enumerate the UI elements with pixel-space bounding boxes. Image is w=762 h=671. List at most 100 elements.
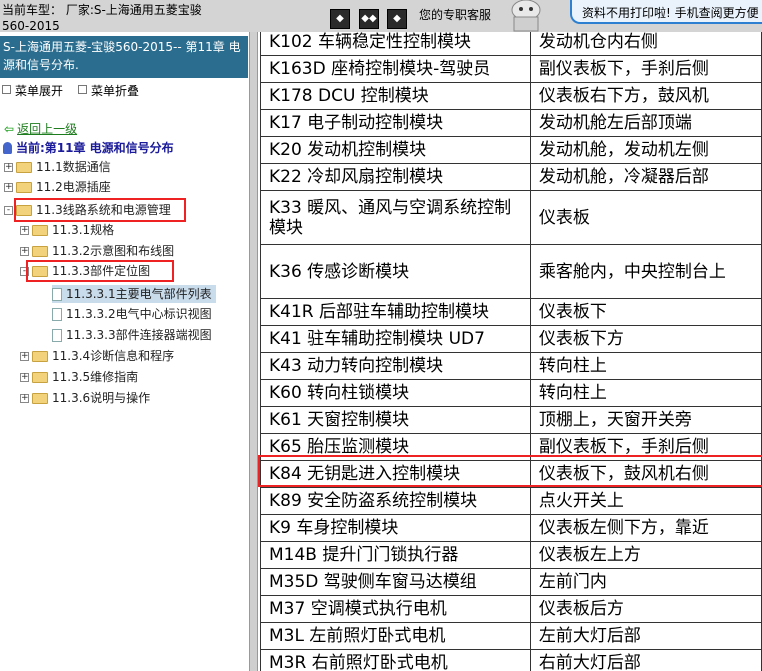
component-cell: M3L 左前照灯卧式电机 <box>260 622 531 650</box>
component-cell: K178 DCU 控制模块 <box>260 82 531 110</box>
expand-toggle-icon[interactable]: + <box>4 183 13 192</box>
prev-next-icon[interactable]: ◆◆ <box>359 9 379 29</box>
location-cell: 仪表板下 <box>529 298 762 326</box>
menu-collapse-button[interactable]: 菜单折叠 <box>78 82 139 99</box>
expand-icon <box>2 85 11 94</box>
promo-text: 资料不用打印啦! 手机查阅更方便 <box>582 6 759 20</box>
table-row: K33 暖风、通风与空调系统控制模块 仪表板 <box>260 190 762 245</box>
component-cell: K9 车身控制模块 <box>260 514 531 542</box>
folder-icon <box>32 372 48 383</box>
table-row: K163D 座椅控制模块-驾驶员 副仪表板下，手刹后侧 <box>260 55 762 83</box>
tree-node-11-2[interactable]: +11.2电源插座 <box>4 178 111 196</box>
tree-node-label: 11.3.3.1主要电气部件列表 <box>66 287 212 301</box>
location-cell: 仪表板下方 <box>529 325 762 353</box>
location-cell: 右前大灯后部 <box>529 649 762 671</box>
location-cell: 转向柱上 <box>529 352 762 380</box>
first-page-icon[interactable]: ◆ <box>330 9 350 29</box>
highlight-box <box>14 198 186 222</box>
component-cell: K163D 座椅控制模块-驾驶员 <box>260 55 531 83</box>
location-cell: 副仪表板下，手刹后侧 <box>529 433 762 461</box>
tree-node-label: 11.3.6说明与操作 <box>52 391 151 405</box>
table-row: K61 天窗控制模块 顶棚上，天窗开关旁 <box>260 406 762 434</box>
location-cell: 仪表板后方 <box>529 595 762 623</box>
tree-node-label: 11.1数据通信 <box>36 160 111 174</box>
chapter-title: S-上海通用五菱-宝骏560-2015-- 第11章 电源和信号分布. <box>3 40 241 72</box>
tree-node-label: 11.3.4诊断信息和程序 <box>52 349 175 363</box>
content-panel: K102 车辆稳定性控制模块 发动机仓内右侧 K163D 座椅控制模块-驾驶员 副仪… <box>258 32 762 671</box>
component-cell: M35D 驾驶侧车窗马达模组 <box>260 568 531 596</box>
tree-node-11-3-2[interactable]: +11.3.2示意图和布线图 <box>20 242 174 260</box>
expand-toggle-icon[interactable]: + <box>4 163 13 172</box>
tree-node-11-3-1[interactable]: +11.3.1规格 <box>20 221 114 239</box>
document-icon <box>52 308 62 321</box>
location-pin-icon <box>3 142 12 154</box>
chapter-title-box: S-上海通用五菱-宝骏560-2015-- 第11章 电源和信号分布. <box>0 36 248 78</box>
back-link-label: 返回上一级 <box>17 122 78 136</box>
table-row: K36 传感诊断模块 乘客舱内，中央控制台上 <box>260 244 762 299</box>
table-row: K43 动力转向控制模块 转向柱上 <box>260 352 762 380</box>
table-row: M3L 左前照灯卧式电机 左前大灯后部 <box>260 622 762 650</box>
component-cell: M14B 提升门门锁执行器 <box>260 541 531 569</box>
tree-node-label: 11.3.3.2电气中心标识视图 <box>66 307 212 321</box>
last-page-icon[interactable]: ◆ <box>387 9 407 29</box>
tree-node-label: 11.3.5维修指南 <box>52 370 139 384</box>
component-cell: K33 暖风、通风与空调系统控制模块 <box>260 190 531 245</box>
back-link[interactable]: ⇦ 返回上一级 <box>4 120 77 137</box>
component-cell: K20 发动机控制模块 <box>260 136 531 164</box>
menu-collapse-label: 菜单折叠 <box>91 84 140 98</box>
component-cell: K17 电子制动控制模块 <box>260 109 531 137</box>
table-row: M37 空调模式执行电机 仪表板后方 <box>260 595 762 623</box>
tree-node-label: 11.3.3.3部件连接器端视图 <box>66 328 212 342</box>
location-cell: 乘客舱内，中央控制台上 <box>529 244 762 299</box>
document-icon <box>52 288 62 301</box>
tree-node-11-3-6[interactable]: +11.3.6说明与操作 <box>20 389 150 407</box>
folder-icon <box>16 182 32 193</box>
expand-toggle-icon[interactable]: + <box>20 226 29 235</box>
component-cell: K22 冷却风扇控制模块 <box>260 163 531 191</box>
table-row-highlighted: K84 无钥匙进入控制模块 仪表板下，鼓风机右侧 <box>260 460 762 488</box>
current-vehicle-label-line2: 560-2015 <box>2 19 60 32</box>
tree-node-11-3-3-2[interactable]: 11.3.3.2电气中心标识视图 <box>52 305 212 323</box>
tree-node-11-3-3-3[interactable]: 11.3.3.3部件连接器端视图 <box>52 326 212 344</box>
component-cell: M3R 右前照灯卧式电机 <box>260 649 531 671</box>
location-cell: 发动机舱，冷凝器后部 <box>529 163 762 191</box>
component-cell: K84 无钥匙进入控制模块 <box>260 460 531 488</box>
location-cell: 转向柱上 <box>529 379 762 407</box>
tree-node-label: 11.3.1规格 <box>52 223 115 237</box>
panel-splitter[interactable] <box>249 32 258 671</box>
menu-expand-button[interactable]: 菜单展开 <box>2 82 63 99</box>
component-cell: K41 驻车辅助控制模块 UD7 <box>260 325 531 353</box>
tree-node-label: 11.3.2示意图和布线图 <box>52 244 175 258</box>
tree-node-11-3-5[interactable]: +11.3.5维修指南 <box>20 368 138 386</box>
folder-icon <box>32 225 48 236</box>
tree-node-11-3-4[interactable]: +11.3.4诊断信息和程序 <box>20 347 174 365</box>
tree-node-11-3-3-1[interactable]: 11.3.3.1主要电气部件列表 <box>52 285 216 303</box>
expand-toggle-icon[interactable]: + <box>20 247 29 256</box>
location-cell: 发动机舱，发动机左侧 <box>529 136 762 164</box>
location-cell: 左前门内 <box>529 568 762 596</box>
back-arrow-icon: ⇦ <box>4 122 15 136</box>
tree-node-11-1[interactable]: +11.1数据通信 <box>4 158 111 176</box>
expand-toggle-icon[interactable]: + <box>20 373 29 382</box>
highlight-box <box>26 260 174 282</box>
table-row: K60 转向柱锁模块 转向柱上 <box>260 379 762 407</box>
collapse-toggle-icon[interactable]: - <box>4 206 13 215</box>
component-cell: K102 车辆稳定性控制模块 <box>260 32 531 56</box>
current-location: 当前:第11章 电源和信号分布 <box>3 139 174 156</box>
component-cell: K60 转向柱锁模块 <box>260 379 531 407</box>
current-vehicle-label: 当前车型： 厂家:S-上海通用五菱宝骏 <box>2 3 202 17</box>
location-cell: 顶棚上，天窗开关旁 <box>529 406 762 434</box>
table-row: K9 车身控制模块 仪表板左侧下方，靠近 <box>260 514 762 542</box>
location-cell: 副仪表板下，手刹后侧 <box>529 55 762 83</box>
component-cell: K61 天窗控制模块 <box>260 406 531 434</box>
folder-icon <box>32 351 48 362</box>
expand-toggle-icon[interactable]: + <box>20 352 29 361</box>
location-cell: 仪表板下，鼓风机右侧 <box>529 460 762 488</box>
table-row: K65 胎压监测模块 副仪表板下，手刹后侧 <box>260 433 762 461</box>
folder-icon <box>16 162 32 173</box>
tree-node-label: 11.2电源插座 <box>36 180 111 194</box>
expand-toggle-icon[interactable]: + <box>20 394 29 403</box>
table-row: K89 安全防盗系统控制模块 点火开关上 <box>260 487 762 515</box>
promo-banner[interactable]: 资料不用打印啦! 手机查阅更方便 <box>570 0 762 24</box>
location-cell: 发动机仓内右侧 <box>529 32 762 56</box>
